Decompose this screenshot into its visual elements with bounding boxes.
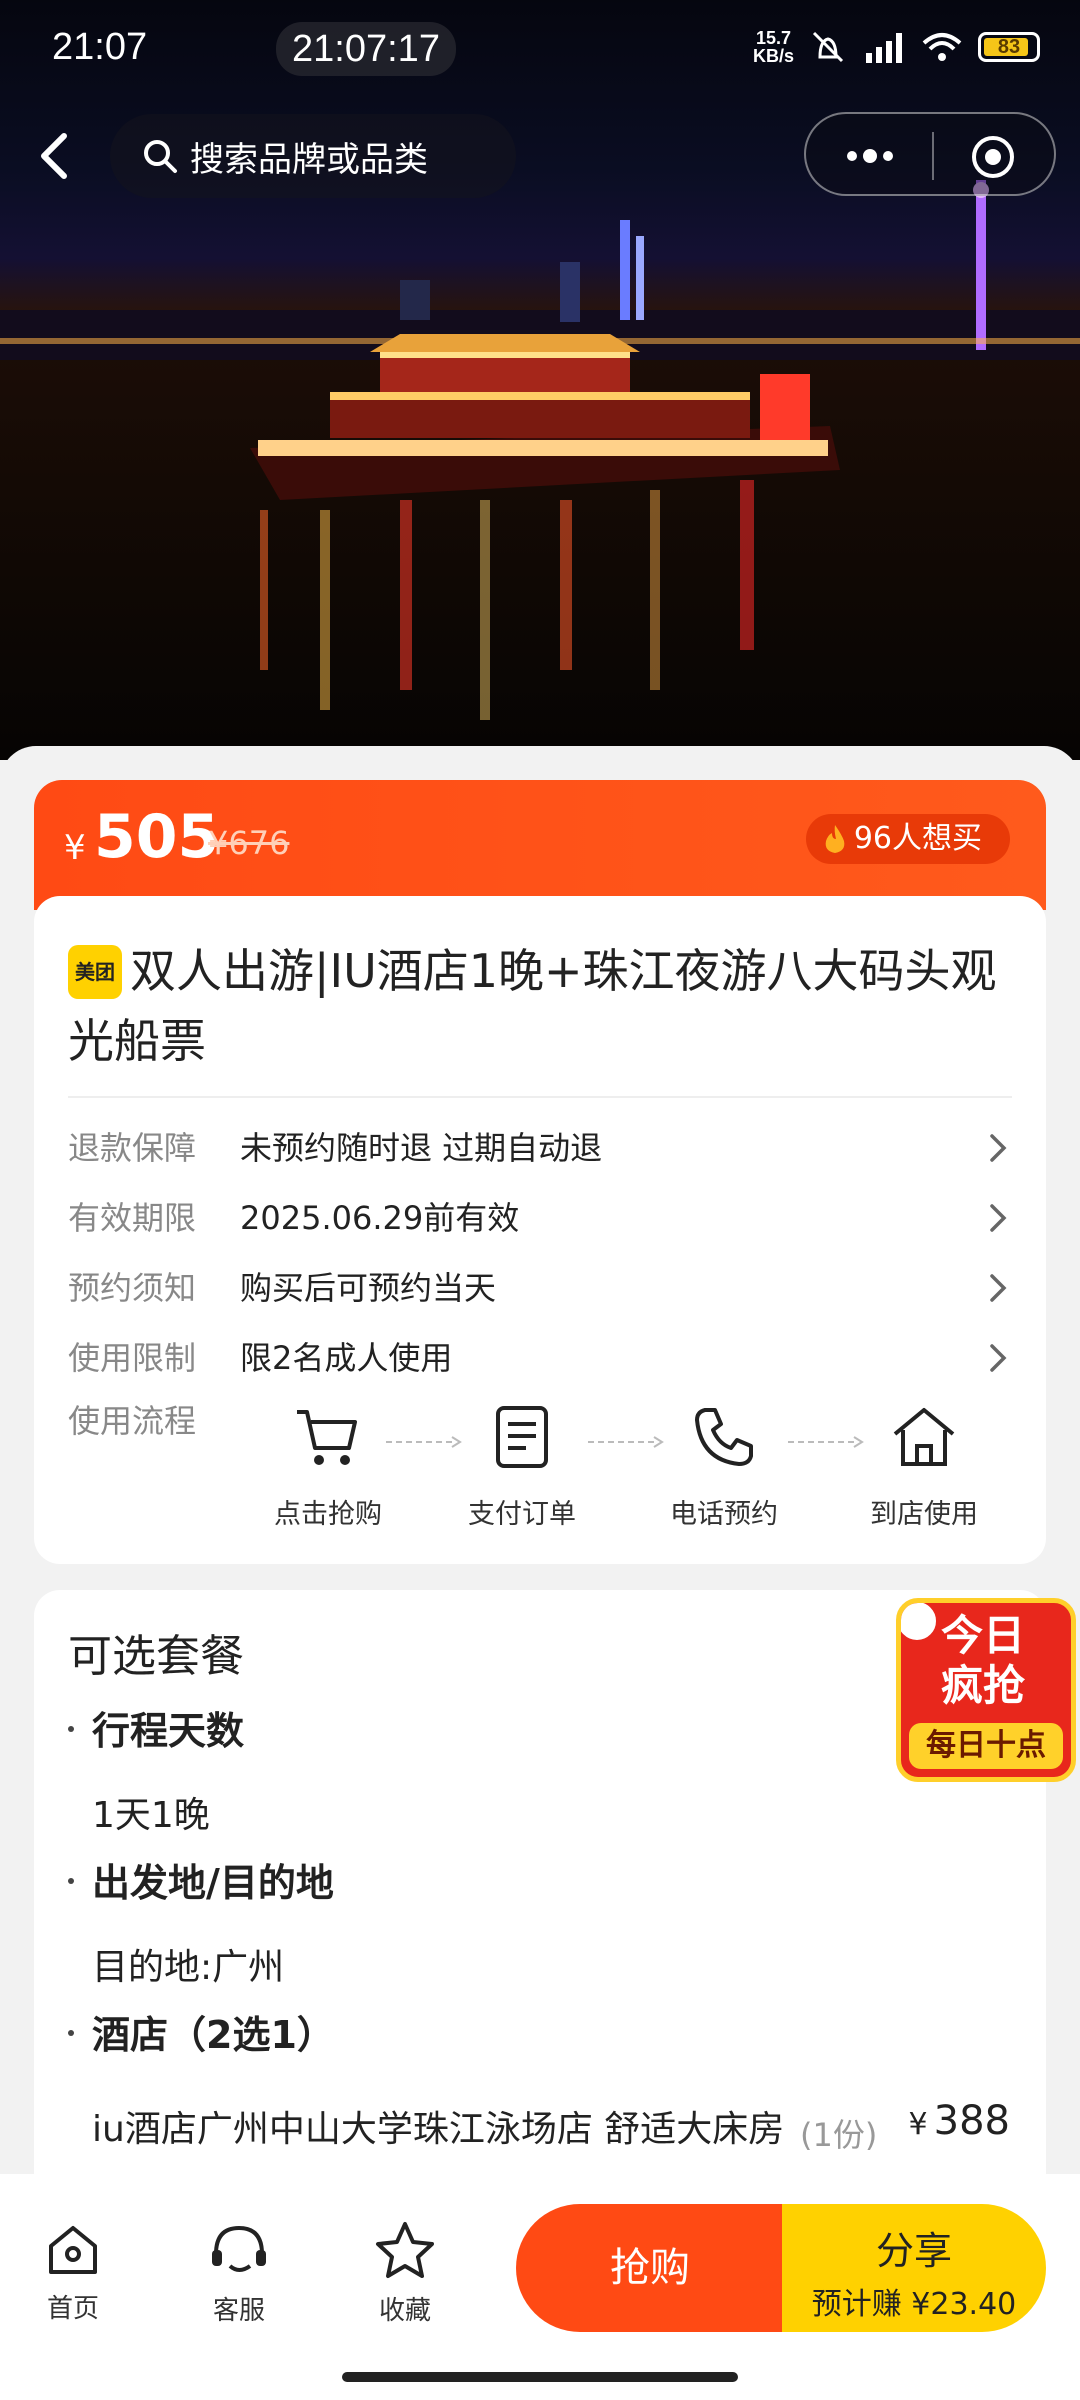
option-value-destination[interactable]: 目的地:广州 <box>92 1938 284 1990</box>
info-row-refund[interactable]: 退款保障 未预约随时退 过期自动退 <box>68 1118 1048 1178</box>
buy-button[interactable]: 抢购 <box>516 2204 784 2332</box>
mini-program-capsule <box>804 112 1056 196</box>
price-original: ¥676 <box>208 824 290 862</box>
flow-step-use: 到店使用 <box>844 1404 1004 1531</box>
want-badge: 96人想买 <box>805 814 1010 864</box>
search-input[interactable]: 搜索品牌或品类 <box>110 114 516 198</box>
chevron-right-icon <box>990 1344 1007 1372</box>
tab-favorite[interactable]: 收藏 <box>350 2220 460 2327</box>
info-row-booking[interactable]: 预约须知 购买后可预约当天 <box>68 1258 1048 1318</box>
flow-label: 使用流程 <box>68 1402 197 1440</box>
flow-step-buy: 点击抢购 <box>248 1404 408 1531</box>
info-row-limit[interactable]: 使用限制 限2名成人使用 <box>68 1328 1048 1388</box>
status-clock: 21:07:17 <box>276 22 456 76</box>
bullet <box>68 1878 74 1884</box>
search-icon <box>144 140 177 173</box>
flow-step-pay: 支付订单 <box>442 1404 602 1531</box>
price-current: 505 <box>94 802 220 872</box>
price-banner: ¥ 505 ¥676 96人想买 <box>34 780 1046 910</box>
option-heading-hotel: 酒店（2选1） <box>92 2013 335 2057</box>
status-icons: 15.7 KB/s 83 <box>753 22 1040 72</box>
back-icon[interactable] <box>26 126 86 186</box>
hotel-option-price: ¥388 <box>908 2098 1010 2144</box>
hotel-option-qty: (1份) <box>800 2116 878 2154</box>
hotel-option-name[interactable]: iu酒店广州中山大学珠江泳场店 舒适大床房 <box>92 2098 792 2162</box>
mute-icon <box>812 31 844 63</box>
product-title: 美团 双人出游|IU酒店1晚+珠江夜游八大码头观光船票 <box>68 944 997 1068</box>
option-value-days[interactable]: 1天1晚 <box>92 1786 210 1838</box>
hero-image: 21:07 21:07:17 15.7 KB/s 83 搜索品牌或品类 <box>0 0 1080 760</box>
headset-icon <box>212 2225 266 2272</box>
star-icon <box>376 2222 434 2278</box>
home-icon <box>49 2226 97 2274</box>
tab-service[interactable]: 客服 <box>184 2220 294 2327</box>
flow-step-phone: 电话预约 <box>644 1404 804 1531</box>
tab-home[interactable]: 首页 <box>18 2220 128 2325</box>
home-indicator[interactable] <box>342 2372 738 2382</box>
signal-icon <box>866 33 902 63</box>
status-time: 21:07 <box>52 26 148 68</box>
daily-flash-sale-badge[interactable]: 今日 疯抢 每日十点 <box>896 1598 1076 1782</box>
price-currency: ¥ <box>64 828 86 868</box>
info-row-validity[interactable]: 有效期限 2025.06.29前有效 <box>68 1188 1048 1248</box>
house-icon <box>893 1408 955 1466</box>
bullet <box>68 1726 74 1732</box>
phone-icon <box>695 1408 753 1466</box>
divider <box>68 1096 1012 1098</box>
close-target-icon[interactable] <box>970 134 1016 180</box>
bottom-action-bar: 首页 客服 收藏 抢购 分享 预计赚 ¥23.40 <box>0 2174 1080 2400</box>
cart-icon <box>297 1410 357 1465</box>
options-title: 可选套餐 <box>68 1631 244 1682</box>
net-speed: 15.7 KB/s <box>752 28 794 66</box>
mascot-icon <box>901 1603 939 1643</box>
more-icon[interactable] <box>840 138 900 174</box>
bullet <box>68 2030 74 2036</box>
battery-icon: 83 <box>978 32 1040 62</box>
fire-icon <box>825 825 845 853</box>
chevron-right-icon <box>990 1274 1007 1302</box>
document-icon <box>496 1406 548 1468</box>
meituan-badge: 美团 <box>68 945 122 999</box>
status-bar: 21:07 21:07:17 15.7 KB/s 83 <box>0 0 1080 96</box>
wifi-icon <box>922 33 962 61</box>
info-card: 美团 双人出游|IU酒店1晚+珠江夜游八大码头观光船票 退款保障 未预约随时退 过… <box>34 896 1046 1564</box>
chevron-right-icon <box>990 1204 1007 1232</box>
share-button[interactable]: 分享 预计赚 ¥23.40 <box>782 2204 1046 2332</box>
search-placeholder: 搜索品牌或品类 <box>190 139 428 180</box>
chevron-right-icon <box>990 1134 1007 1162</box>
option-heading-destination: 出发地/目的地 <box>92 1861 334 1905</box>
option-heading-days: 行程天数 <box>92 1709 245 1753</box>
